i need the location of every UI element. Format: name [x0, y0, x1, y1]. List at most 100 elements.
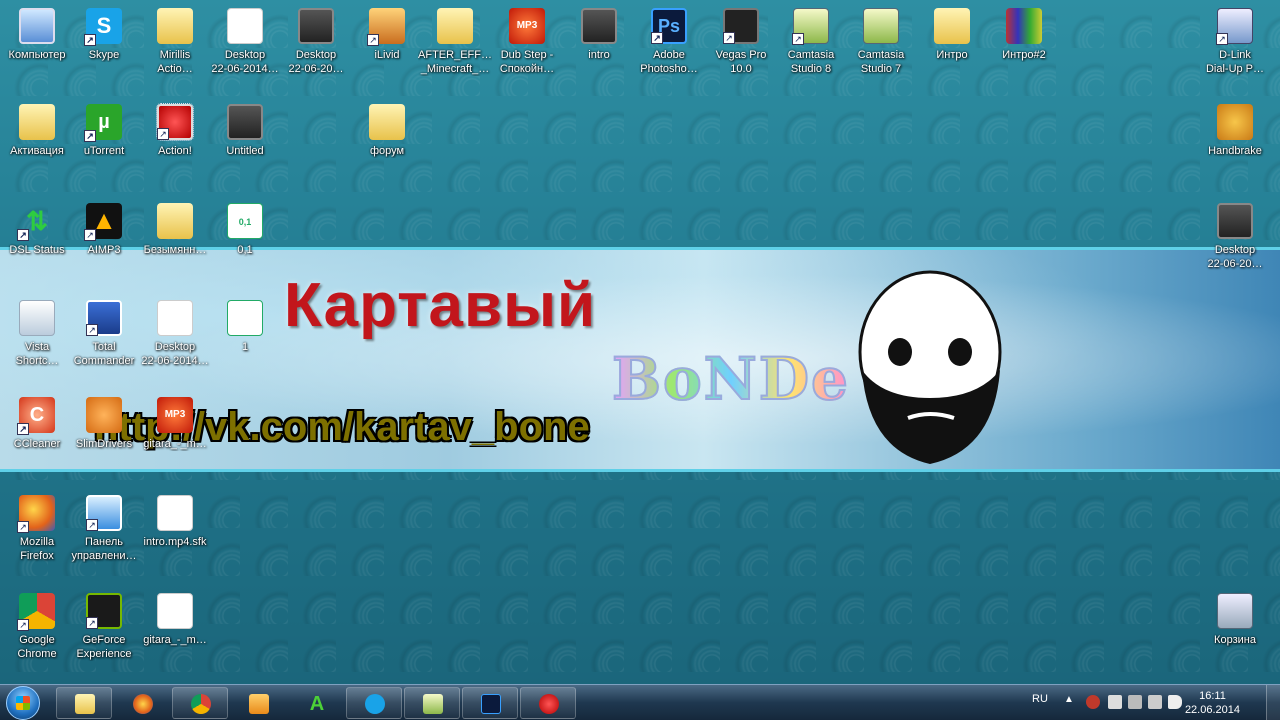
desktop-icon-intro[interactable]: intro — [562, 8, 636, 62]
icon-label: iLivid — [374, 49, 400, 61]
shortcut-arrow-icon: ↗ — [17, 229, 29, 241]
icon-label: Desktop 22-06-20… — [288, 49, 344, 75]
shortcut-arrow-icon: ↗ — [17, 619, 29, 631]
show-desktop-button[interactable] — [1266, 685, 1280, 720]
desktop-icon-after-effects-minecraft[interactable]: AFTER_EFF… _Minecraft_… — [418, 8, 492, 76]
floppy-disk-icon: ↗ — [86, 300, 122, 336]
taskbar-firefox[interactable] — [114, 687, 170, 719]
desktop-icon-one[interactable]: 1 — [208, 300, 282, 354]
taskbar-skype[interactable] — [346, 687, 402, 719]
desktop-icon-intro-sfk[interactable]: intro.mp4.sfk — [138, 495, 212, 549]
image-file-icon — [227, 300, 263, 336]
firefox-icon: ↗ — [17, 495, 55, 533]
desktop-icon-camtasia-8[interactable]: ↗ Camtasia Studio 8 — [774, 8, 848, 76]
desktop-icon-camtasia-7[interactable]: Camtasia Studio 7 — [844, 8, 918, 76]
desktop-icon-forum[interactable]: форум — [350, 104, 424, 158]
desktop-icon-geforce[interactable]: ↗ GeForce Experience — [67, 593, 141, 661]
device-tray-icon[interactable] — [1128, 695, 1142, 709]
shortcut-arrow-icon: ↗ — [84, 34, 96, 46]
ilivid-icon: ↗ — [367, 8, 405, 46]
desktop-icon-recycle-bin[interactable]: Корзина — [1198, 593, 1272, 647]
desktop-icon-activation[interactable]: Активация — [0, 104, 74, 158]
desktop-icon-control-panel[interactable]: ↗ Панель управлени… — [67, 495, 141, 563]
desktop-icon-photoshop[interactable]: Ps ↗ Adobe Photosho… — [632, 8, 706, 76]
start-button[interactable] — [6, 686, 40, 720]
icon-label: Google Chrome — [17, 634, 57, 660]
desktop-icon-skype[interactable]: S ↗ Skype — [67, 8, 141, 62]
desktop-icon-desktop-video-2[interactable]: Desktop 22-06-20… — [279, 8, 353, 76]
shortcut-arrow-icon: ↗ — [651, 32, 663, 44]
recycle-bin-icon — [1217, 593, 1253, 629]
icon-label: Vegas Pro 10.0 — [715, 49, 767, 75]
desktop-icon-oil[interactable]: 0,1 0,1 — [208, 203, 282, 257]
desktop-icon-aimp[interactable]: ▲ ↗ AIMP3 — [67, 203, 141, 257]
icon-label: Интро — [936, 49, 968, 61]
desktop-icon-unnamed-folder[interactable]: Безымянн… — [138, 203, 212, 257]
taskbar-explorer[interactable] — [56, 687, 112, 719]
desktop-icon-untitled[interactable]: Untitled — [208, 104, 282, 158]
bald-bearded-face-drawing — [858, 270, 1002, 464]
icon-label: форум — [369, 145, 405, 157]
clock[interactable]: 16:11 22.06.2014 — [1185, 689, 1240, 717]
icon-label: DSL Status — [9, 244, 65, 256]
desktop-icon-vista-shortcut[interactable]: Vista Shortc… — [0, 300, 74, 368]
icon-label: gitara_-_m… — [143, 438, 207, 450]
icon-label: GeForce Experience — [76, 634, 132, 660]
desktop-icon-gitara-mp3-2[interactable]: gitara_-_m… — [138, 593, 212, 647]
icon-label: Dub Step - Спокойн… — [499, 49, 555, 75]
desktop-icon-total-commander[interactable]: ↗ Total Commander — [67, 300, 141, 368]
icon-label: Camtasia Studio 8 — [787, 49, 835, 75]
folder-icon — [157, 8, 193, 44]
volume-icon[interactable] — [1168, 695, 1182, 709]
taskbar-action[interactable] — [520, 687, 576, 719]
desktop-icon-chrome[interactable]: ↗ Google Chrome — [0, 593, 74, 661]
desktop-icon-intro2[interactable]: Интро#2 — [987, 8, 1061, 62]
desktop-icon-firefox[interactable]: ↗ Mozilla Firefox — [0, 495, 74, 563]
folder-icon — [75, 694, 95, 714]
taskbar-aimp[interactable]: A — [288, 687, 344, 719]
desktop-icon-dsl-status[interactable]: ⇅ ↗ DSL Status — [0, 203, 74, 257]
taskbar: A RU ▲ 16:11 22.06.2014 — [0, 684, 1280, 720]
show-hidden-icons-button[interactable]: ▲ — [1064, 694, 1074, 705]
flag-tray-icon[interactable] — [1108, 695, 1122, 709]
chrome-icon — [191, 694, 211, 714]
slimdrivers-icon — [86, 397, 122, 433]
network-tray-icon[interactable] — [1148, 695, 1162, 709]
shortcut-arrow-icon: ↗ — [84, 229, 96, 241]
desktop-icon-computer[interactable]: Компьютер — [0, 8, 74, 62]
desktop-icon-ccleaner[interactable]: C ↗ CCleaner — [0, 397, 74, 451]
utorrent-icon: µ ↗ — [84, 104, 122, 142]
desktop-icon-handbrake[interactable]: Handbrake — [1198, 104, 1272, 158]
file-icon — [157, 593, 193, 629]
mp3-icon: MP3 — [509, 8, 545, 44]
taskbar-camtasia[interactable] — [404, 687, 460, 719]
desktop-icon-desktop-video-1[interactable]: Desktop 22-06-2014… — [208, 8, 282, 76]
folder-icon — [157, 203, 193, 239]
desktop-icon-desktop-video-right[interactable]: Desktop 22-06-20… — [1198, 203, 1272, 271]
ccleaner-icon: C ↗ — [17, 397, 55, 435]
desktop-icon-action[interactable]: ↗ Action! — [138, 103, 212, 158]
desktop-icon-desktop-video-3[interactable]: Desktop 22-06-2014… — [138, 300, 212, 368]
desktop-icon-intro-folder[interactable]: Интро — [915, 8, 989, 62]
control-panel-icon: ↗ — [86, 495, 122, 531]
video-file-icon — [581, 8, 617, 44]
desktop-icon-slimdrivers[interactable]: SlimDrivers — [67, 397, 141, 451]
record-tray-icon[interactable] — [1086, 695, 1100, 709]
desktop-icon-mirillis[interactable]: Mirillis Actio… — [138, 8, 212, 76]
media-player-icon — [249, 694, 269, 714]
language-indicator[interactable]: RU — [1032, 693, 1048, 705]
desktop-icon-vegas[interactable]: ↗ Vegas Pro 10.0 — [704, 8, 778, 76]
desktop-icon-gitara-mp3-1[interactable]: MP3 gitara_-_m… — [138, 397, 212, 451]
taskbar-media-player[interactable] — [230, 687, 286, 719]
desktop-icon-dlink[interactable]: ↗ D-Link Dial-Up P… — [1198, 8, 1272, 76]
desktop-icon-dubstep[interactable]: MP3 Dub Step - Спокойн… — [490, 8, 564, 76]
desktop[interactable]: Картавый BoNDe http://vk.com/kartav_bone… — [0, 0, 1280, 684]
video-file-icon — [227, 104, 263, 140]
desktop-icon-utorrent[interactable]: µ ↗ uTorrent — [67, 104, 141, 158]
file-icon — [157, 495, 193, 531]
icon-label: Панель управлени… — [71, 536, 137, 562]
icon-label: D-Link Dial-Up P… — [1205, 49, 1265, 75]
taskbar-chrome[interactable] — [172, 687, 228, 719]
desktop-icon-ilivid[interactable]: ↗ iLivid — [350, 8, 424, 62]
taskbar-photoshop[interactable] — [462, 687, 518, 719]
